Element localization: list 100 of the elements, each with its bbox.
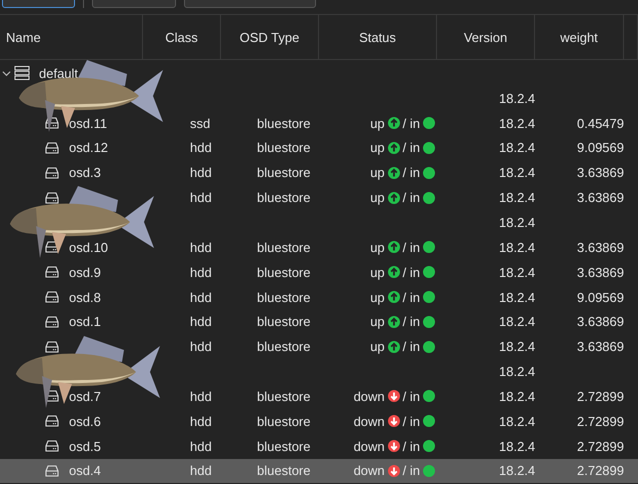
disk-icon <box>45 117 59 130</box>
tree-node-label[interactable]: osd.11 <box>69 116 108 131</box>
table-cell: 9.09569 <box>577 140 624 156</box>
column-header[interactable]: Class <box>143 15 221 59</box>
table-cell: 18.2.4 <box>499 165 536 180</box>
table-cell: ssd <box>190 116 210 131</box>
status-text: / in <box>402 290 420 305</box>
table-cell: 18.2.4 <box>499 414 536 429</box>
table-row[interactable]: osd.8 hdd bluestore up / in 18.2.4 9.09569 <box>0 284 638 310</box>
table-cell: 3.63869 <box>577 264 624 280</box>
table-row[interactable]: osd.12 hdd bluestore up / in 18.2.4 9.09569 <box>0 136 638 160</box>
table-cell: hdd <box>190 190 212 206</box>
tree-node-label[interactable]: osd.10 <box>69 240 108 255</box>
table-cell: 18.2.4 <box>499 290 536 305</box>
status-text: down <box>354 463 385 478</box>
tree-node-label[interactable]: osd.5 <box>69 438 101 454</box>
disk-icon <box>45 266 59 278</box>
table-cell: hdd <box>190 388 212 404</box>
column-header[interactable]: weight <box>535 15 624 59</box>
table-row[interactable]: osd.4 hdd bluestore down / in 18.2.4 2.72899 <box>0 458 638 484</box>
table-cell: hdd <box>190 290 212 305</box>
table-cell: 3.63869 <box>577 240 624 255</box>
table-row[interactable]: osd.9 hdd bluestore up / in 18.2.4 3.63869 <box>0 260 638 285</box>
expander-icon[interactable] <box>2 68 11 78</box>
table-cell: 18.2.4 <box>499 190 536 206</box>
disk-icon <box>45 415 59 428</box>
disk-icon <box>45 241 59 254</box>
table-cell: 18.2.4 <box>499 339 536 354</box>
tree-node-label[interactable]: osd.7 <box>69 388 101 404</box>
table-row[interactable]: osd.1 hdd bluestore up / in 18.2.4 3.63869 <box>0 309 638 334</box>
status-text: up <box>370 165 385 180</box>
table-cell: 18.2.4 <box>499 116 536 131</box>
tree-node-label[interactable]: default <box>39 66 78 81</box>
tree-node-label[interactable]: osd.6 <box>69 414 101 429</box>
status-text: / in <box>402 165 420 180</box>
table-cell: bluestore <box>257 190 310 206</box>
table-cell: bluestore <box>257 438 310 454</box>
disk-icon <box>45 316 59 328</box>
status-text: / in <box>402 240 420 255</box>
table-cell: 18.2.4 <box>499 388 536 404</box>
status-text: / in <box>402 339 420 354</box>
column-header[interactable]: Version <box>437 15 535 59</box>
table-cell: bluestore <box>257 314 310 330</box>
table-row[interactable]: osd.6 hdd bluestore down / in 18.2.4 2.72899 <box>0 408 638 434</box>
status-text: / in <box>402 264 420 280</box>
table-cell: bluestore <box>257 414 310 429</box>
column-header[interactable]: Name <box>0 15 143 59</box>
tree-node-label[interactable]: osd.1 <box>69 314 101 330</box>
tree-node-label[interactable]: osd.8 <box>69 290 101 305</box>
table-cell: hdd <box>190 240 212 255</box>
disk-icon <box>45 340 59 353</box>
table-cell: bluestore <box>257 388 310 404</box>
table-cell: 18.2.4 <box>499 364 536 380</box>
column-header[interactable]: Status <box>319 15 437 59</box>
table-cell: 0.45479 <box>577 116 624 131</box>
status-text: / in <box>402 388 420 404</box>
status-text: up <box>370 116 385 131</box>
table-row[interactable]: osd.3 hdd bluestore up / in 18.2.4 3.63869 <box>0 160 638 186</box>
status-text: down <box>354 388 385 404</box>
status-text: up <box>370 240 385 255</box>
status-text: down <box>354 438 385 454</box>
table-cell: 3.63869 <box>577 165 624 180</box>
table-cell: 18.2.4 <box>499 314 536 330</box>
disk-icon <box>45 291 59 304</box>
status-text: up <box>370 314 385 330</box>
table-cell: bluestore <box>257 463 310 478</box>
status-text: up <box>370 339 385 354</box>
tree-node-label[interactable]: osd.4 <box>69 463 101 478</box>
table-cell: 18.2.4 <box>499 463 536 478</box>
status-text: up <box>370 190 385 206</box>
table-cell: 18.2.4 <box>499 140 536 156</box>
table-cell: hdd <box>190 438 212 454</box>
status-text: down <box>354 414 385 429</box>
tree-node-label[interactable]: osd.9 <box>69 264 101 280</box>
table-cell: hdd <box>190 414 212 429</box>
disk-icon <box>45 192 59 204</box>
table-cell: 3.63869 <box>577 339 624 354</box>
table-cell: bluestore <box>257 165 310 180</box>
table-cell: 18.2.4 <box>499 90 536 106</box>
column-header[interactable]: OSD Type <box>221 15 319 59</box>
disk-icon <box>45 142 59 154</box>
status-text: up <box>370 140 385 156</box>
table-cell: bluestore <box>257 290 310 305</box>
table-cell: 2.72899 <box>577 388 624 404</box>
disk-icon <box>45 166 59 179</box>
table-cell: 18.2.4 <box>499 438 536 454</box>
table-cell: bluestore <box>257 140 310 156</box>
disk-icon <box>45 464 59 477</box>
tree-node-label[interactable]: osd.3 <box>69 165 101 180</box>
table-cell: 18.2.4 <box>499 240 536 255</box>
table-cell: 18.2.4 <box>499 264 536 280</box>
table-cell: bluestore <box>257 339 310 354</box>
table-cell: 18.2.4 <box>499 214 536 230</box>
table-cell: hdd <box>190 165 212 180</box>
table-row[interactable]: osd.5 hdd bluestore down / in 18.2.4 2.72899 <box>0 434 638 458</box>
table-cell: bluestore <box>257 240 310 255</box>
status-text: / in <box>402 463 420 478</box>
table-cell: 2.72899 <box>577 438 624 454</box>
tree-node-label[interactable]: osd.12 <box>69 140 108 156</box>
table-cell: hdd <box>190 264 212 280</box>
